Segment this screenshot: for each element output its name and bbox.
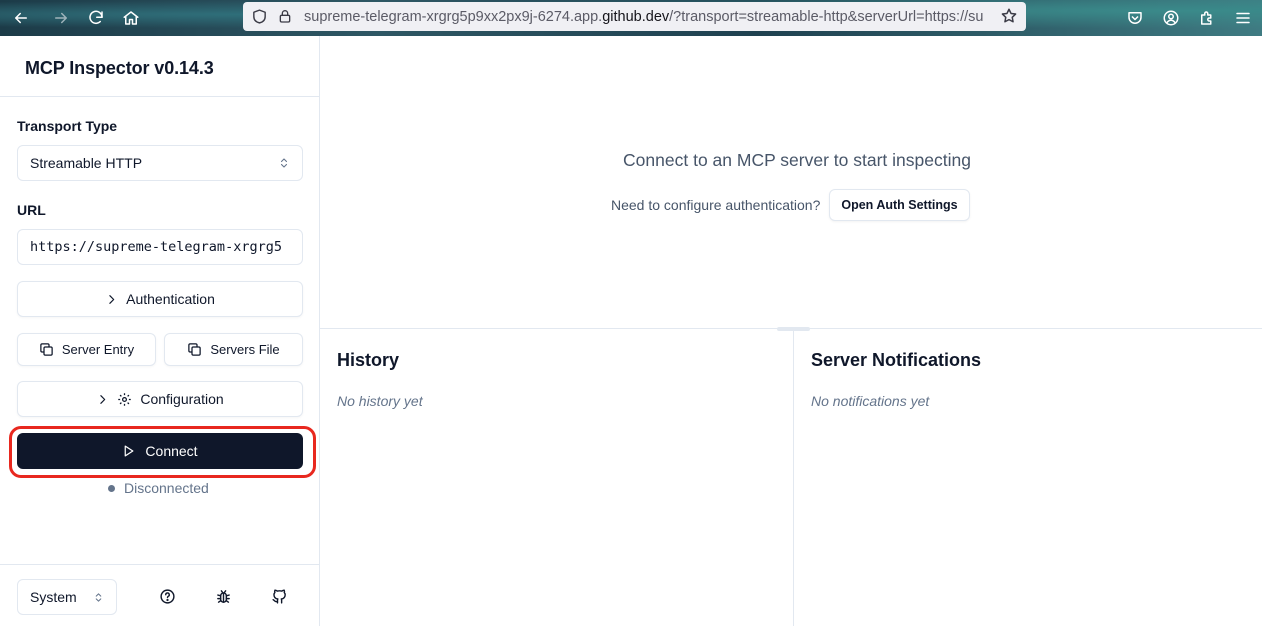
copy-icon [188,343,202,356]
notifications-panel: Server Notifications No notifications ye… [794,330,1262,626]
theme-value: System [30,589,77,605]
forward-icon[interactable] [48,5,74,31]
chevron-right-icon [109,294,115,304]
auth-row: Need to configure authentication? Open A… [611,189,970,221]
history-title: History [337,350,400,370]
help-icon[interactable] [158,587,176,605]
sidebar-footer: System [0,564,319,626]
main-content: Connect to an MCP server to start inspec… [320,36,1262,626]
sidebar-header: MCP Inspector v0.14.3 [0,36,319,97]
main-placeholder-area: Connect to an MCP server to start inspec… [320,36,1262,329]
connect-label: Connect [145,443,198,459]
status-dot-icon [108,484,115,492]
shield-icon[interactable] [251,8,268,25]
history-empty-text: No history yet [337,393,423,409]
chevron-up-down-icon [280,158,288,168]
url-label: URL [17,202,46,218]
copy-icon [40,343,53,356]
server-entry-button[interactable]: Server Entry [17,333,156,366]
status-text: Disconnected [124,480,209,496]
account-icon[interactable] [1158,5,1184,31]
bug-icon[interactable] [214,587,232,605]
play-icon [125,445,134,457]
reload-icon[interactable] [83,5,109,31]
transport-type-select[interactable]: Streamable HTTP [17,145,303,181]
app-title: MCP Inspector v0.14.3 [25,58,214,78]
servers-file-button[interactable]: Servers File [164,333,303,366]
notifications-title: Server Notifications [811,350,982,370]
open-auth-settings-button[interactable]: Open Auth Settings [829,189,970,221]
sidebar: MCP Inspector v0.14.3 Transport Type Str… [0,36,320,626]
notifications-empty-text: No notifications yet [811,393,930,409]
lock-icon[interactable] [277,8,293,24]
back-icon[interactable] [8,5,34,31]
url-input[interactable] [17,229,303,265]
authentication-button[interactable]: Authentication [17,281,303,317]
bookmark-star-icon[interactable] [1000,7,1018,25]
server-entry-label: Server Entry [61,342,135,357]
theme-select[interactable]: System [17,579,117,615]
pocket-icon[interactable] [1122,5,1148,31]
transport-type-label: Transport Type [17,118,118,134]
auth-question: Need to configure authentication? [611,197,821,213]
url-text[interactable]: supreme-telegram-xrgrg5p9xx2px9j-6274.ap… [304,8,984,26]
gear-icon [118,392,132,406]
chevron-right-icon [100,394,106,404]
extensions-icon[interactable] [1194,5,1220,31]
browser-toolbar: supreme-telegram-xrgrg5p9xx2px9j-6274.ap… [0,0,1262,36]
chevron-up-down-icon [95,592,102,602]
configuration-button[interactable]: Configuration [17,381,303,417]
configuration-label: Configuration [140,391,224,407]
connect-button[interactable]: Connect [17,433,303,469]
address-bar[interactable]: supreme-telegram-xrgrg5p9xx2px9j-6274.ap… [243,2,1026,31]
servers-file-label: Servers File [210,342,280,357]
history-panel: History No history yet [320,330,794,626]
github-icon[interactable] [270,587,288,605]
home-icon[interactable] [118,5,144,31]
connect-message: Connect to an MCP server to start inspec… [623,150,971,170]
menu-icon[interactable] [1230,5,1256,31]
transport-type-value: Streamable HTTP [30,155,143,171]
connection-status: Disconnected [108,480,209,496]
authentication-label: Authentication [126,291,215,307]
